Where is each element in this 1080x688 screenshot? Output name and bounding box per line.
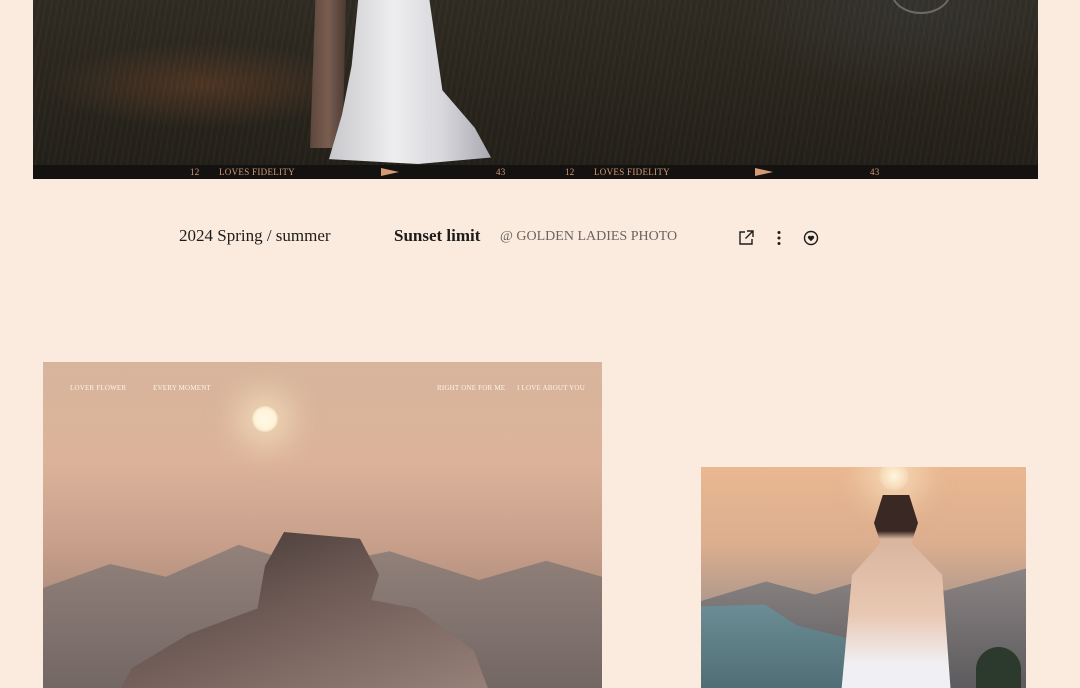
filmstrip-frame-number: 43 — [496, 167, 506, 177]
filmstrip-label: LOVES FIDELITY — [219, 167, 295, 177]
filmstrip-frame-number: 43 — [870, 167, 880, 177]
filmstrip-arrow-icon — [755, 168, 773, 176]
photo-overlay-text: LOVER FLOWER — [70, 384, 127, 392]
season-label: 2024 Spring / summer — [179, 226, 331, 245]
collection-title[interactable]: Sunset limit — [394, 226, 480, 246]
gallery-photo-bride-back[interactable] — [701, 467, 1026, 688]
filmstrip-frame-number: 12 — [190, 167, 200, 177]
photographer-credit[interactable]: @ GOLDEN LADIES PHOTO — [500, 229, 677, 245]
caption-bar: 2024 Spring / summer Sunset limit @ GOLD… — [0, 226, 1080, 250]
filmstrip-overlay: 12 LOVES FIDELITY 43 12 LOVES FIDELITY 4… — [33, 165, 1038, 179]
photo-overlay-text: RIGHT ONE FOR ME — [437, 384, 506, 392]
grass-texture — [33, 0, 1038, 179]
heart-icon[interactable] — [802, 229, 820, 247]
hero-photo[interactable]: 12 LOVES FIDELITY 43 12 LOVES FIDELITY 4… — [33, 0, 1038, 179]
more-vertical-icon[interactable] — [770, 229, 788, 247]
photo-overlay-text: EVERY MOMENT — [153, 384, 211, 392]
share-icon[interactable] — [737, 229, 755, 247]
gallery-photo-couple-kiss[interactable]: LOVER FLOWER EVERY MOMENT RIGHT ONE FOR … — [43, 362, 602, 688]
photo-overlay-text: I LOVE ABOUT YOU — [517, 384, 585, 392]
filmstrip-arrow-icon — [381, 168, 399, 176]
sun — [879, 467, 909, 491]
bride-silhouette — [841, 495, 951, 688]
tree — [976, 647, 1021, 688]
filmstrip-label: LOVES FIDELITY — [594, 167, 670, 177]
filmstrip-frame-number: 12 — [565, 167, 575, 177]
sun — [252, 406, 278, 432]
